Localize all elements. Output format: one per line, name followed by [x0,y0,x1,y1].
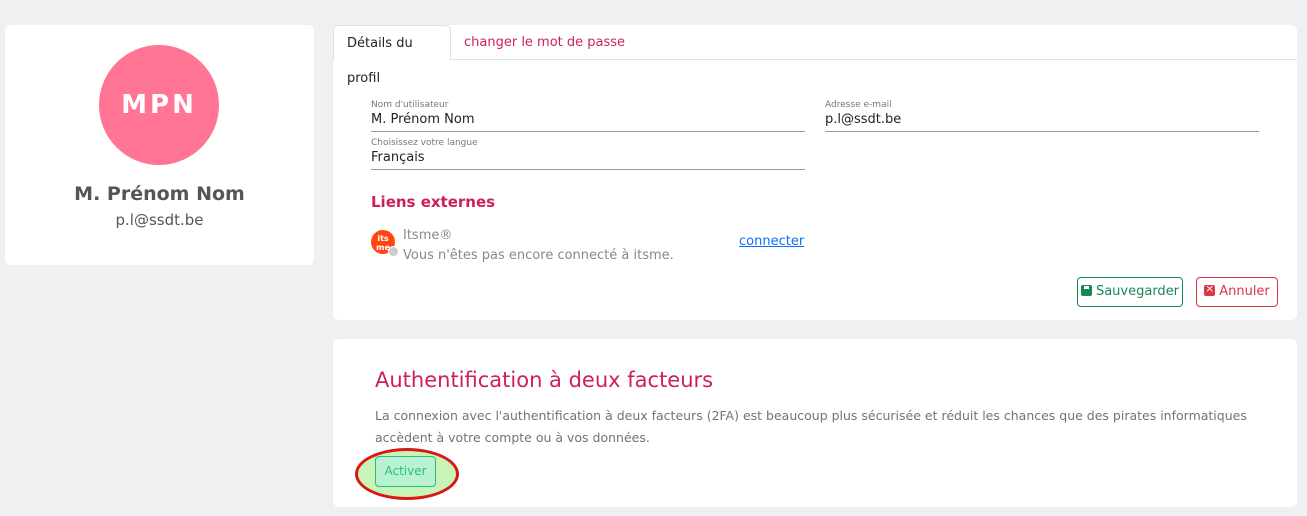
username-field[interactable]: Nom d'utilisateur M. Prénom Nom [371,100,805,132]
profile-tabs: Détails du profil changer le mot de pass… [333,25,1297,86]
profile-email: p.l@ssdt.be [115,211,204,229]
save-button[interactable]: Sauvegarder [1077,277,1183,307]
two-factor-card: Authentification à deux facteurs La conn… [333,339,1297,507]
external-links-title: Liens externes [371,193,496,211]
save-button-label: Sauvegarder [1095,284,1180,299]
profile-card: MPN M. Prénom Nom p.l@ssdt.be [5,25,314,265]
itsme-name: Itsme® [403,228,453,243]
username-input[interactable]: M. Prénom Nom [371,111,805,132]
avatar: MPN [99,45,219,165]
cancel-button[interactable]: Annuler [1196,277,1278,307]
floppy-disk-icon [1080,285,1092,296]
tab-change-password[interactable]: changer le mot de passe [451,25,638,60]
two-factor-description: La connexion avec l'authentification à d… [375,408,1247,445]
close-square-icon [1204,281,1216,297]
itsme-description: Vous n'êtes pas encore connecté à itsme. [403,248,674,263]
tab-profile-details[interactable]: Détails du profil [333,25,451,86]
email-input[interactable]: p.l@ssdt.be [825,111,1259,132]
email-label: Adresse e-mail [825,100,892,110]
username-label: Nom d'utilisateur [371,100,449,110]
language-label: Choisissez votre langue [371,138,478,148]
itsme-connect-link[interactable]: connecter [739,234,804,249]
language-field[interactable]: Choisissez votre langue Français [371,138,805,170]
email-field[interactable]: Adresse e-mail p.l@ssdt.be [825,100,1259,132]
two-factor-title: Authentification à deux facteurs [375,368,714,392]
itsme-status-icon [388,246,399,257]
cancel-button-label: Annuler [1219,284,1270,299]
profile-details-card: Détails du profil changer le mot de pass… [333,25,1297,320]
activate-2fa-button[interactable]: Activer [375,456,436,487]
language-select[interactable]: Français [371,149,805,170]
profile-name: M. Prénom Nom [74,183,245,205]
